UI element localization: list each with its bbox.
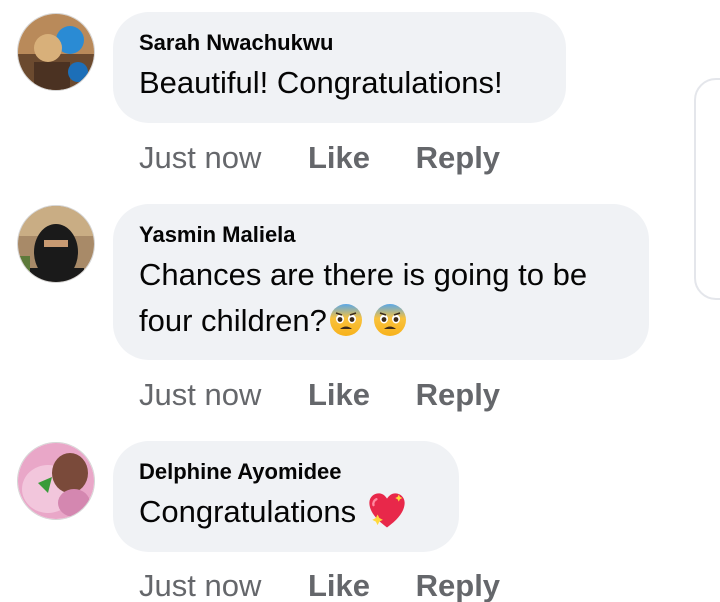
comment-bubble: Sarah Nwachukwu Beautiful! Congratulatio… <box>113 12 566 123</box>
comment-author[interactable]: Yasmin Maliela <box>139 222 623 248</box>
sparkling-heart-icon <box>369 493 405 528</box>
comment-author[interactable]: Sarah Nwachukwu <box>139 30 540 56</box>
like-button[interactable]: Like <box>308 138 370 178</box>
comment-actions: Just now Like Reply <box>139 138 500 178</box>
reply-button[interactable]: Reply <box>416 138 500 178</box>
comment-timestamp[interactable]: Just now <box>139 566 261 602</box>
comment-bubble: Yasmin Maliela Chances are there is goin… <box>113 204 649 360</box>
comment-text: Beautiful! Congratulations! <box>139 60 540 106</box>
comment-author[interactable]: Delphine Ayomidee <box>139 459 433 485</box>
comment-timestamp[interactable]: Just now <box>139 375 261 415</box>
comment-text-line: Chances are there is going to be <box>139 257 588 292</box>
anxious-face-with-sweat-icon <box>373 304 406 336</box>
reply-button[interactable]: Reply <box>416 566 500 602</box>
reply-button[interactable]: Reply <box>416 375 500 415</box>
comment-timestamp[interactable]: Just now <box>139 138 261 178</box>
avatar[interactable] <box>17 13 95 91</box>
comment-text-line: four children? <box>139 303 327 338</box>
like-button[interactable]: Like <box>308 566 370 602</box>
comment-text-line-with-emoji: four children? <box>139 298 623 344</box>
comment-actions: Just now Like Reply <box>139 566 500 602</box>
side-panel-edge <box>694 78 720 300</box>
comment-text: Chances are there is going to be four ch… <box>139 252 623 344</box>
comment-text: Congratulations <box>139 489 433 535</box>
comment-actions: Just now Like Reply <box>139 375 500 415</box>
avatar[interactable] <box>17 442 95 520</box>
comment-text-line: Congratulations <box>139 494 365 529</box>
comment-bubble: Delphine Ayomidee Congratulations <box>113 441 459 552</box>
anxious-face-with-sweat-icon <box>329 304 362 336</box>
like-button[interactable]: Like <box>308 375 370 415</box>
comment-text-line: Beautiful! Congratulations! <box>139 65 503 100</box>
avatar[interactable] <box>17 205 95 283</box>
